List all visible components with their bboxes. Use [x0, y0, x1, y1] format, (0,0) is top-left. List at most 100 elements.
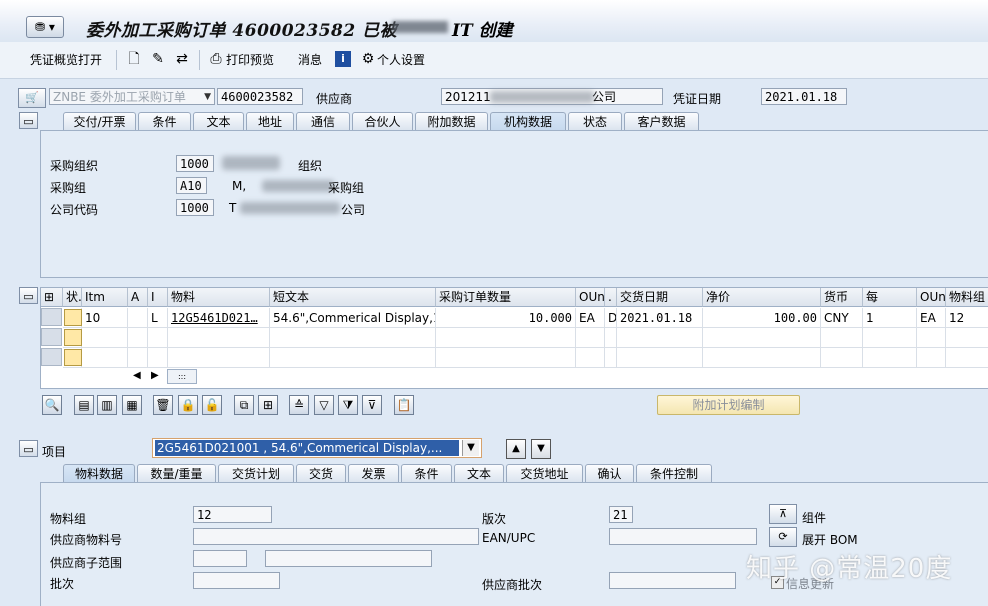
table-cell[interactable]: CNY [821, 308, 863, 328]
header-tab[interactable]: 合伙人 [352, 112, 413, 130]
messages-button[interactable]: 消息 [298, 50, 322, 70]
batch-field[interactable] [193, 572, 280, 589]
filter-icon[interactable]: ▽ [314, 395, 334, 415]
empty-cell[interactable] [605, 328, 617, 348]
column-header[interactable]: 货币 [821, 288, 863, 307]
header-tab[interactable]: 条件 [138, 112, 191, 130]
collapse-header-icon[interactable]: ▭ [19, 112, 38, 129]
item-tab[interactable]: 交货 [296, 464, 346, 482]
item-tab[interactable]: 物料数据 [63, 464, 135, 482]
shopping-cart-icon[interactable]: 🛒 [18, 88, 46, 108]
components-icon[interactable]: ⊼ [769, 504, 797, 524]
empty-cell[interactable] [821, 328, 863, 348]
empty-cell[interactable] [863, 348, 917, 368]
delete-filter-icon[interactable]: ⊽ [362, 395, 382, 415]
empty-cell[interactable] [576, 328, 605, 348]
purch-group-field[interactable]: A10 [176, 177, 207, 194]
document-date-field[interactable]: 2021.01.18 [761, 88, 847, 105]
empty-cell[interactable] [270, 348, 436, 368]
status-cell[interactable] [64, 349, 82, 366]
item-details-icon[interactable]: 🔍 [42, 395, 62, 415]
edit-pencil-icon[interactable]: ✎ [150, 51, 166, 67]
new-document-icon[interactable]: 🗋 [126, 51, 142, 67]
clipboard-icon[interactable]: 📋 [394, 395, 414, 415]
material-group-field[interactable]: 12 [193, 506, 272, 523]
empty-cell[interactable] [148, 348, 168, 368]
unlock-icon[interactable]: 🔓 [202, 395, 222, 415]
system-menu-button[interactable]: ⛃ ▾ [26, 16, 64, 38]
empty-cell[interactable] [436, 348, 576, 368]
row-selector[interactable] [41, 348, 62, 366]
table-cell[interactable]: 2021.01.18 [617, 308, 703, 328]
item-tab[interactable]: 文本 [454, 464, 504, 482]
column-header[interactable]: 短文本 [270, 288, 436, 307]
column-header[interactable]: OUn [917, 288, 946, 307]
table-cell[interactable]: 10.000 [436, 308, 576, 328]
horizontal-scrollbar[interactable]: ::: [167, 369, 197, 384]
table-cell[interactable]: 100.00 [703, 308, 821, 328]
empty-cell[interactable] [436, 328, 576, 348]
empty-cell[interactable] [82, 348, 128, 368]
print-preview-button[interactable]: 打印预览 [226, 50, 274, 70]
row-selector[interactable] [41, 328, 62, 346]
empty-cell[interactable] [617, 348, 703, 368]
scroll-left-icon[interactable]: ◀ [133, 370, 141, 381]
display-change-icon[interactable]: ⇄ [174, 51, 190, 67]
column-header[interactable]: . [605, 288, 617, 307]
scroll-right-icon[interactable]: ▶ [151, 370, 159, 381]
item-tab[interactable]: 交货计划 [218, 464, 294, 482]
empty-cell[interactable] [703, 348, 821, 368]
components-button[interactable]: 组件 [802, 509, 826, 526]
empty-cell[interactable] [605, 348, 617, 368]
collapse-item-detail-icon[interactable]: ▭ [19, 440, 38, 457]
explode-bom-icon[interactable]: ⟳ [769, 527, 797, 547]
table-cell[interactable]: 54.6",Commerical Display,16:… [270, 308, 436, 328]
empty-cell[interactable] [617, 328, 703, 348]
empty-cell[interactable] [82, 328, 128, 348]
empty-cell[interactable] [168, 328, 270, 348]
table-cell[interactable]: L [148, 308, 168, 328]
table-cell[interactable]: 12G5461D021… [168, 308, 270, 328]
column-header[interactable]: 物料组 [946, 288, 988, 307]
expand-all-icon[interactable]: ▤ [74, 395, 94, 415]
table-settings-icon[interactable]: ⊞ [41, 288, 63, 307]
empty-cell[interactable] [946, 328, 988, 348]
table-cell[interactable]: 10 [82, 308, 128, 328]
column-header[interactable]: I [148, 288, 168, 307]
header-tab[interactable]: 交付/开票 [63, 112, 136, 130]
header-tab[interactable]: 通信 [296, 112, 350, 130]
item-tab[interactable]: 确认 [585, 464, 634, 482]
vendor-batch-field[interactable] [609, 572, 736, 589]
explode-bom-button[interactable]: 展开 BOM [802, 531, 858, 548]
additional-planning-button[interactable]: 附加计划编制 [657, 395, 800, 415]
copy-icon[interactable]: ⧉ [234, 395, 254, 415]
chevron-down-icon[interactable]: ▼ [462, 440, 479, 456]
empty-cell[interactable] [576, 348, 605, 368]
column-header[interactable]: OUn [576, 288, 605, 307]
item-tab[interactable]: 发票 [348, 464, 399, 482]
table-cell[interactable]: EA [576, 308, 605, 328]
item-select[interactable]: 2G5461D021001 , 54.6",Commerical Display… [152, 438, 482, 458]
empty-cell[interactable] [270, 328, 436, 348]
delete-icon[interactable]: 🗑 [153, 395, 173, 415]
empty-cell[interactable] [821, 348, 863, 368]
header-tab[interactable]: 状态 [568, 112, 622, 130]
header-tab[interactable]: 文本 [193, 112, 244, 130]
column-header[interactable]: 每 [863, 288, 917, 307]
new-item-icon[interactable]: ▦ [122, 395, 142, 415]
next-item-button[interactable]: ▼ [531, 439, 551, 459]
item-tab[interactable]: 交货地址 [506, 464, 583, 482]
lock-icon[interactable]: 🔒 [178, 395, 198, 415]
sort-icon[interactable]: ≙ [289, 395, 309, 415]
set-filter-icon[interactable]: ⧩ [338, 395, 358, 415]
empty-cell[interactable] [148, 328, 168, 348]
item-tab[interactable]: 条件控制 [636, 464, 712, 482]
column-header[interactable]: 交货日期 [617, 288, 703, 307]
vendor-subrange-field[interactable] [193, 550, 247, 567]
column-header[interactable]: 净价 [703, 288, 821, 307]
empty-cell[interactable] [863, 328, 917, 348]
empty-cell[interactable] [128, 348, 148, 368]
po-number-field[interactable]: 4600023582 [217, 88, 303, 105]
row-selector[interactable] [41, 308, 62, 326]
empty-cell[interactable] [168, 348, 270, 368]
